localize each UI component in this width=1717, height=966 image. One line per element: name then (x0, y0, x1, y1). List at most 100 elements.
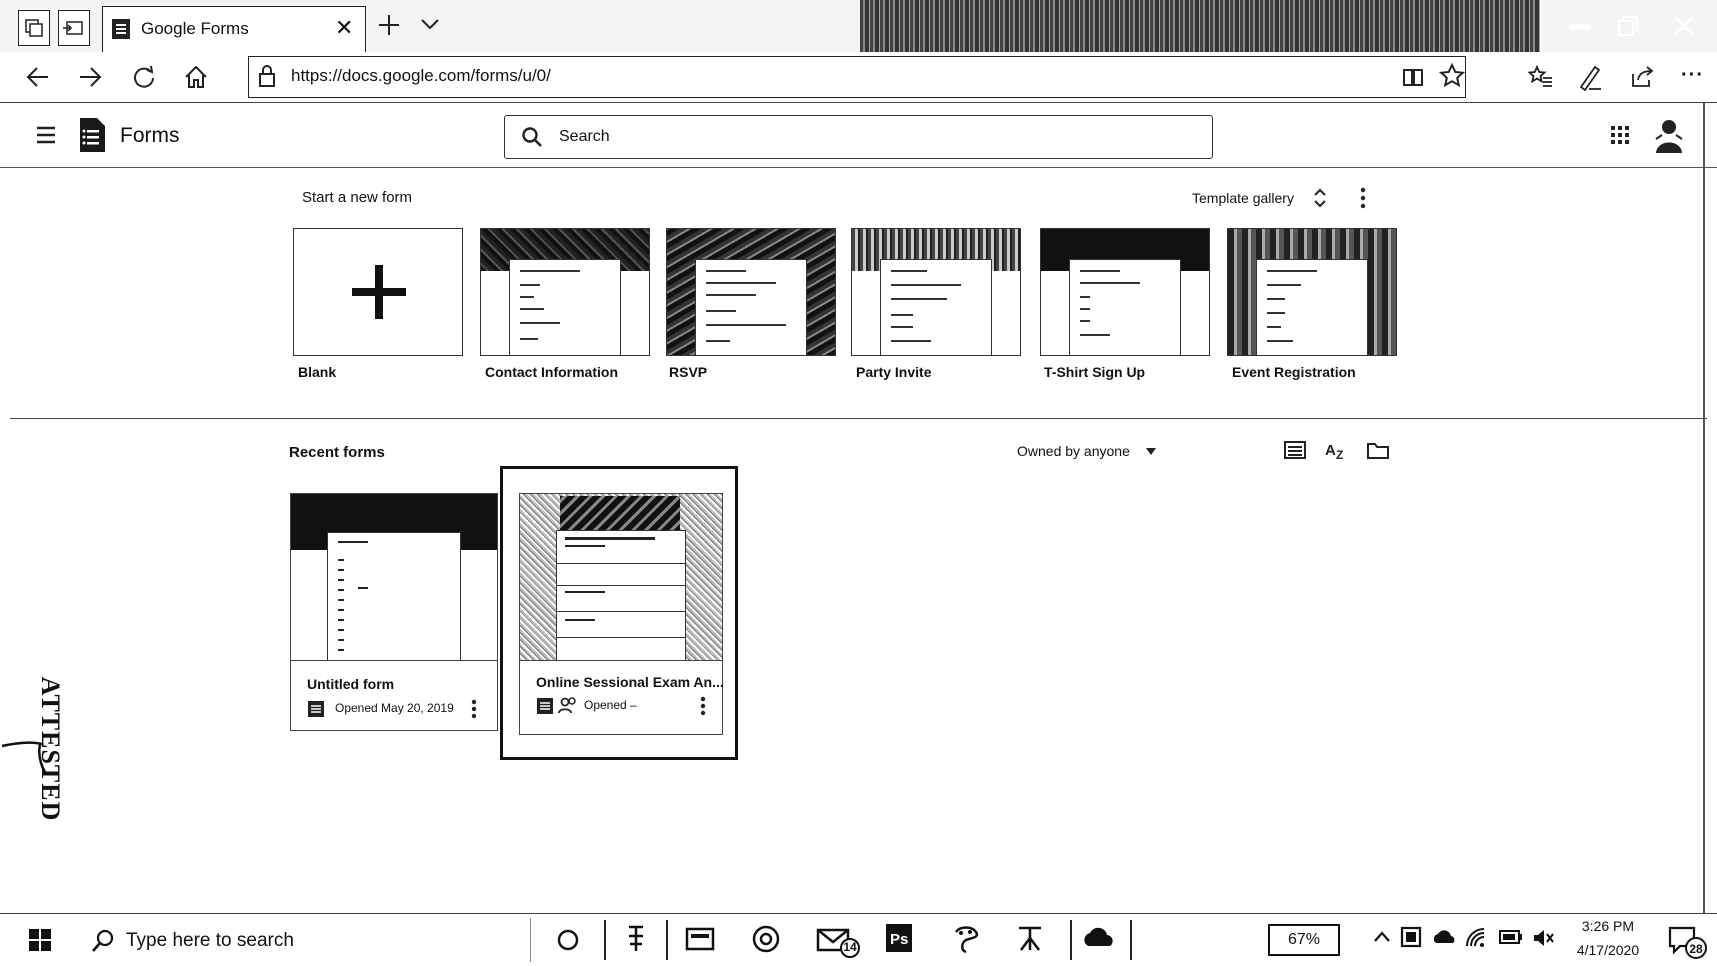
battery-tray-icon[interactable] (1498, 928, 1524, 946)
taskbar-search-placeholder: Type here to search (126, 930, 294, 951)
favorite-star-icon[interactable] (1439, 63, 1465, 89)
form-title: Untitled form (307, 676, 395, 692)
minimize-icon[interactable] (1567, 16, 1593, 36)
back-arrow-icon[interactable] (24, 64, 52, 90)
form-thumbnail (520, 494, 722, 661)
taskbar-search-box[interactable]: Type here to search (72, 918, 531, 962)
search-placeholder: Search (559, 128, 610, 145)
template-card-event-registration[interactable] (1227, 228, 1397, 356)
forward-arrow-icon[interactable] (76, 64, 104, 90)
search-icon (521, 126, 543, 148)
photoshop-icon[interactable]: Ps (884, 922, 914, 954)
titlebar-scan-noise (860, 0, 1540, 52)
template-card-blank[interactable] (293, 228, 463, 356)
clock-date[interactable]: 4/17/2020 (1568, 942, 1648, 958)
svg-text:Z: Z (1336, 448, 1343, 462)
reading-view-icon[interactable] (1401, 65, 1425, 89)
file-explorer-icon[interactable] (685, 926, 715, 952)
web-note-pen-icon[interactable] (1577, 63, 1603, 91)
list-view-icon[interactable] (1284, 440, 1306, 460)
new-tab-icon[interactable] (375, 10, 403, 40)
signature-stroke (1, 741, 48, 775)
chrome-icon[interactable] (751, 924, 781, 954)
scrollbar[interactable] (1703, 103, 1705, 913)
app-name: Forms (120, 124, 180, 147)
forms-logo-icon (78, 117, 106, 153)
tab-list-chevron-down-icon[interactable] (418, 14, 442, 34)
template-label-event-registration: Event Registration (1232, 364, 1356, 380)
recent-form-card[interactable]: Untitled form Opened May 20, 2019 (290, 493, 498, 731)
more-dots-icon[interactable]: ··· (1681, 64, 1704, 87)
form-thumbnail (291, 494, 497, 661)
tab-actions-button[interactable] (18, 10, 50, 46)
forms-file-icon (307, 700, 325, 718)
template-card-contact-information[interactable] (480, 228, 650, 356)
browser-tab-active[interactable]: Google Forms ✕ (102, 6, 366, 53)
show-hidden-icons-chevron-up-icon[interactable] (1372, 930, 1392, 944)
wifi-icon[interactable] (1464, 926, 1488, 948)
recent-forms-heading: Recent forms (289, 444, 385, 461)
recent-form-card-inner: Online Sessional Exam An... Opened – (519, 493, 724, 735)
task-view-app-icon[interactable] (623, 924, 649, 954)
form-opened-date: Opened May 20, 2019 (335, 701, 454, 715)
template-label-rsvp: RSVP (669, 364, 708, 380)
volume-muted-icon[interactable] (1532, 928, 1556, 948)
close-window-icon[interactable] (1670, 12, 1698, 40)
account-avatar[interactable] (1652, 115, 1686, 155)
sort-az-icon[interactable]: AZ (1324, 438, 1350, 462)
browser-titlebar: Google Forms ✕ (0, 0, 1717, 53)
mail-badge: 14 (843, 940, 857, 954)
template-label-contact-information: Contact Information (485, 364, 618, 380)
battery-percent: 67% (1287, 931, 1321, 948)
template-card-rsvp[interactable] (666, 228, 836, 356)
template-label-t-shirt-sign-up: T-Shirt Sign Up (1044, 364, 1146, 380)
refresh-icon[interactable] (130, 63, 158, 91)
recent-form-card-selected[interactable]: Online Sessional Exam An... Opened – (500, 466, 738, 760)
address-bar[interactable]: https://docs.google.com/forms/u/0/ (248, 56, 1466, 98)
form-title: Online Sessional Exam An... (536, 674, 724, 690)
template-gallery-button[interactable]: Template gallery (1192, 190, 1294, 206)
restore-icon[interactable] (1615, 14, 1641, 38)
weather-cloud-icon[interactable] (1082, 922, 1118, 954)
tab-title: Google Forms (141, 19, 249, 38)
close-tab-icon[interactable]: ✕ (335, 15, 353, 41)
folder-icon[interactable] (1366, 440, 1390, 460)
template-label-blank: Blank (298, 364, 337, 380)
draw-app-icon[interactable] (1015, 922, 1045, 954)
search-input[interactable]: Search (504, 115, 1213, 159)
cortana-circle-icon[interactable] (555, 927, 581, 953)
set-tabs-aside-button[interactable] (58, 10, 90, 46)
svg-text:A: A (1325, 442, 1336, 459)
template-card-t-shirt-sign-up[interactable] (1040, 228, 1210, 356)
onedrive-cloud-icon[interactable] (1432, 928, 1458, 946)
forms-favicon-icon (111, 18, 131, 40)
dropdown-arrow-icon[interactable] (1144, 444, 1158, 458)
google-apps-grid-icon[interactable] (1610, 125, 1630, 145)
template-more-vert-icon[interactable] (1360, 187, 1366, 209)
unfold-more-icon[interactable] (1313, 186, 1327, 210)
plus-icon (350, 263, 408, 321)
owner-filter-dropdown[interactable]: Owned by anyone (1017, 443, 1130, 459)
template-page (695, 259, 807, 355)
lock-icon (257, 64, 277, 88)
template-page (1069, 259, 1181, 355)
home-icon[interactable] (182, 63, 210, 91)
favorites-hub-icon[interactable] (1528, 64, 1554, 90)
form-opened-date: Opened – (584, 698, 637, 712)
template-card-party-invite[interactable] (851, 228, 1021, 356)
share-icon[interactable] (1630, 64, 1656, 90)
paint-app-icon[interactable] (950, 924, 982, 954)
clock-time[interactable]: 3:26 PM (1568, 918, 1648, 934)
search-icon (90, 928, 116, 954)
notification-badge: 28 (1689, 942, 1703, 956)
template-label-party-invite: Party Invite (856, 364, 932, 380)
forms-file-icon (536, 697, 554, 715)
tray-app-icon[interactable] (1400, 926, 1422, 948)
svg-text:Ps: Ps (890, 931, 908, 948)
main-menu-icon[interactable] (36, 126, 56, 144)
windows-start-icon[interactable] (28, 928, 52, 952)
form-more-vert-icon[interactable] (471, 699, 477, 719)
battery-indicator[interactable]: 67% (1268, 924, 1340, 956)
form-more-vert-icon[interactable] (700, 696, 706, 716)
template-page (509, 259, 621, 355)
